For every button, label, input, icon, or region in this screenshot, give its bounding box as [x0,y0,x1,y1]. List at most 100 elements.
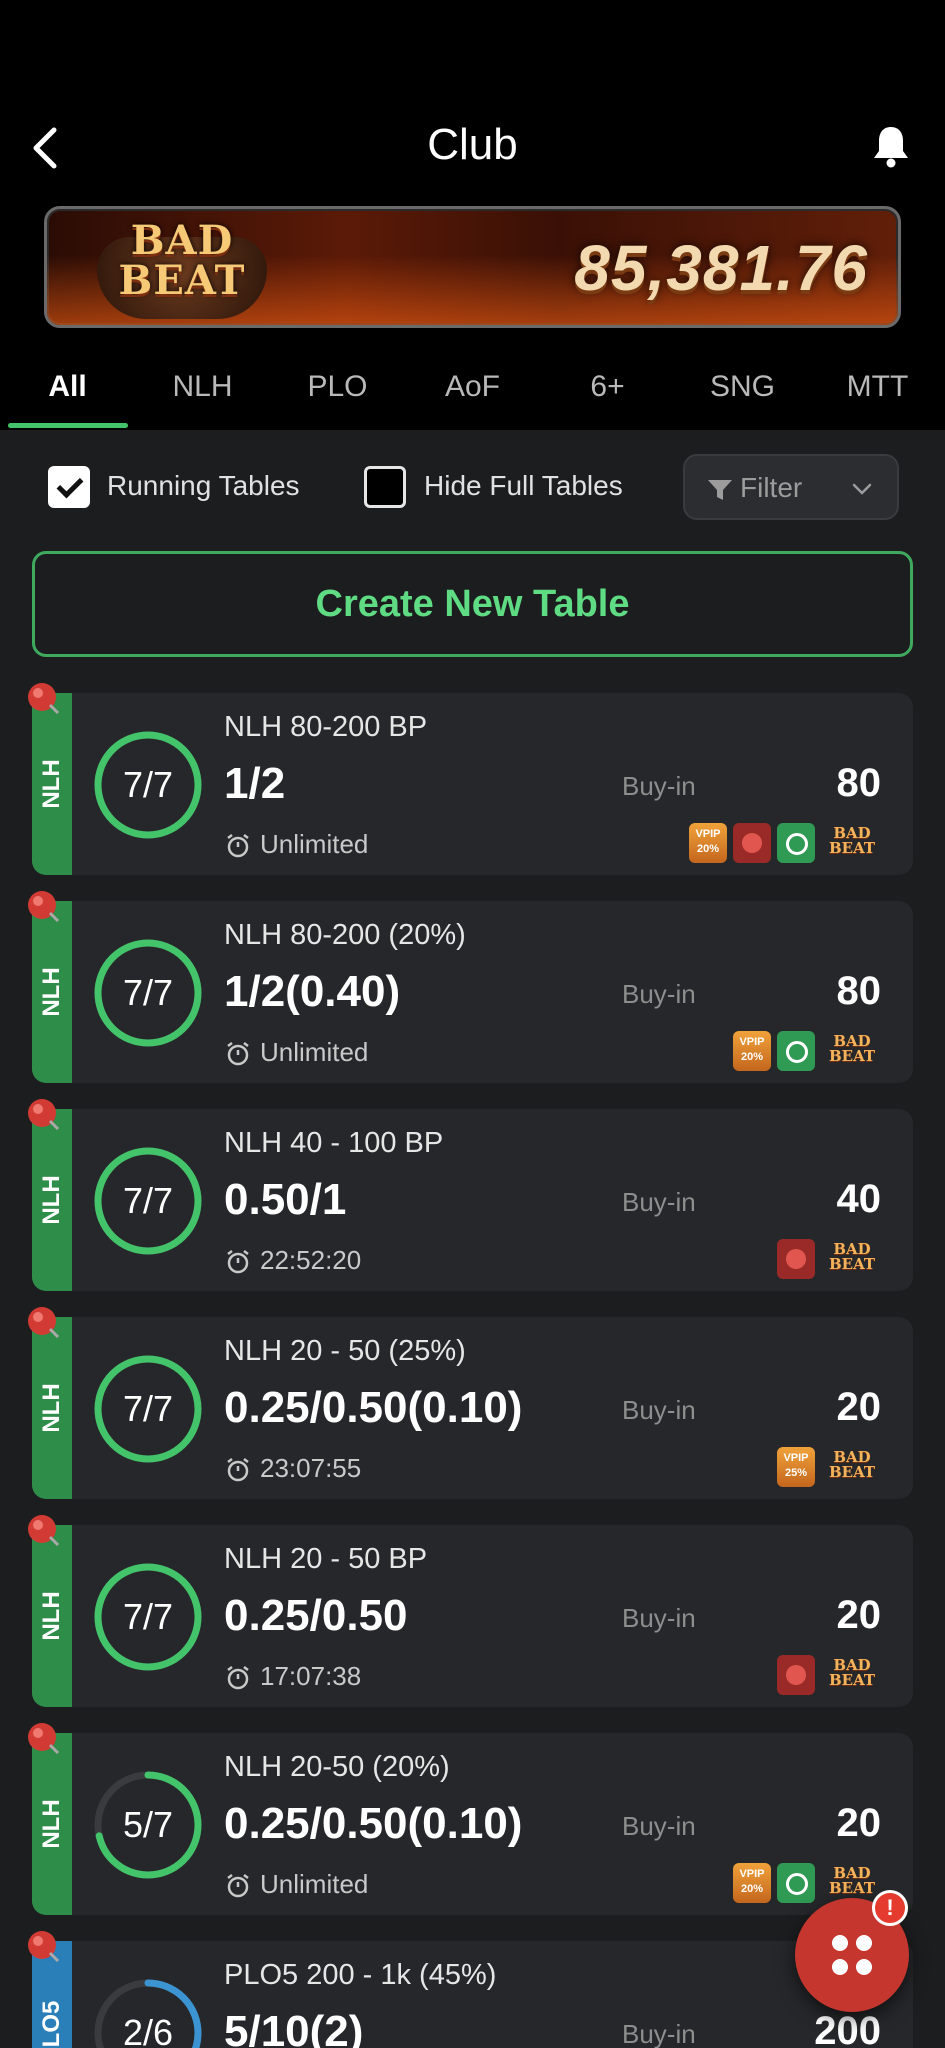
table-name: NLH 20-50 (20%) [224,1751,450,1783]
table-name: NLH 40 - 100 BP [224,1127,444,1159]
buyin-amount: 40 [836,1177,882,1221]
bomb-pot-icon [777,1655,815,1695]
filter-label: Filter [740,472,803,503]
seat-count: 7/7 [122,764,174,805]
tab-sng[interactable]: SNG [675,360,810,428]
tab-aof[interactable]: AoF [405,360,540,428]
game-type-label: NLH [38,1591,65,1641]
vpip-badge: VPIP 20% [733,1863,771,1903]
alarm-clock-icon [777,1863,815,1903]
seat-occupancy-ring: 7/7 [92,729,204,841]
game-type-stripe: NLH [32,1109,72,1291]
table-name: PLO5 200 - 1k (45%) [224,1959,497,1991]
game-type-stripe: NLH [32,1733,72,1915]
table-blinds: 1/2(0.40) [224,967,401,1016]
table-blinds: 0.25/0.50 [224,1591,408,1640]
table-row[interactable]: NLH 7/7 NLH 80-200 (20%) 1/2(0.40) Unlimited… [28,891,913,1083]
jackpot-amount: 85,381.76 [574,232,868,304]
game-type-label: NLH [38,1175,65,1225]
game-type-stripe: NLH [32,1317,72,1499]
hide-full-tables-checkbox[interactable] [364,466,406,508]
pin-icon [28,891,60,923]
seat-count: 7/7 [122,972,174,1013]
timer-icon [227,1666,249,1690]
seat-occupancy-ring: 7/7 [92,1145,204,1257]
tab-nlh[interactable]: NLH [135,360,270,428]
vpip-badge: VPIP 25% [777,1447,815,1487]
game-type-stripe: NLH [32,1525,72,1707]
table-row[interactable]: PLO5 2/6 PLO5 200 - 1k (45%) 5/10(2) Buy-in 2… [28,1931,913,2048]
table-name: NLH 80-200 (20%) [224,919,466,951]
seat-count: 7/7 [122,1596,174,1637]
table-badges: BAD BEAT [777,1239,883,1279]
chevron-down-icon [852,483,872,495]
tab-plo[interactable]: PLO [270,360,405,428]
table-time: 23:07:55 [260,1453,362,1483]
top-bar: Club BAD BEAT 85,381.76 All NLH PLO AoF 6+ SNG… [0,0,945,430]
running-tables-label[interactable]: Running Tables [107,470,300,502]
game-type-label: NLH [38,759,65,809]
timer-icon [227,1874,249,1898]
vpip-badge: VPIP 20% [733,1031,771,1071]
hide-full-tables-label[interactable]: Hide Full Tables [424,470,623,502]
table-name: NLH 20 - 50 (25%) [224,1335,466,1367]
bad-beat-badge: BAD BEAT [828,1864,876,1897]
table-badges: VPIP 20% BAD BEAT [689,823,883,863]
buyin-amount: 20 [836,1385,882,1429]
buyin-label: Buy-in [622,1603,696,1633]
alarm-clock-icon [777,823,815,863]
game-type-label: NLH [38,967,65,1017]
pin-icon [28,1723,60,1755]
seat-count: 7/7 [122,1388,174,1429]
table-row[interactable]: NLH 5/7 NLH 20-50 (20%) 0.25/0.50(0.10) Unli… [28,1723,913,1915]
bad-beat-badge: BAD BEAT [828,1656,876,1689]
table-time: 17:07:38 [260,1661,362,1691]
table-badges: VPIP 25% BAD BEAT [777,1447,883,1487]
buyin-amount: 80 [836,969,882,1013]
seat-occupancy-ring: 5/7 [92,1769,204,1881]
bell-icon[interactable] [871,124,911,168]
buyin-label: Buy-in [622,1811,696,1841]
notification-badge: ! [872,1890,908,1926]
buyin-label: Buy-in [622,1187,696,1217]
table-list-panel: Running Tables Hide Full Tables Filter C… [0,430,945,2048]
buyin-amount: 20 [836,1801,882,1845]
buyin-label: Buy-in [622,1395,696,1425]
bad-beat-jackpot-banner[interactable]: BAD BEAT 85,381.76 [44,206,901,328]
table-time: Unlimited [260,829,369,859]
table-blinds: 5/10(2) [224,2007,364,2048]
pin-icon [28,1307,60,1339]
create-new-table-button[interactable]: Create New Table [32,551,913,657]
table-row[interactable]: NLH 7/7 NLH 80-200 BP 1/2 Unlimited Buy-in 80 V… [28,683,913,875]
buyin-amount: 200 [814,2009,881,2048]
game-type-label: NLH [38,1799,65,1849]
table-row[interactable]: NLH 7/7 NLH 20 - 50 BP 0.25/0.50 17:07:38 Buy… [28,1515,913,1707]
bomb-pot-icon [733,823,771,863]
table-badges: BAD BEAT [777,1655,883,1695]
apps-grid-icon [832,1935,872,1975]
seat-count: 5/7 [122,1804,174,1845]
bad-beat-badge: BAD BEAT [828,824,876,857]
buyin-label: Buy-in [622,771,696,801]
pin-icon [28,1099,60,1131]
table-time: 22:52:20 [260,1245,362,1275]
timer-icon [227,834,249,858]
tab-mtt[interactable]: MTT [810,360,945,428]
filter-dropdown[interactable]: Filter [683,454,899,520]
buyin-label: Buy-in [622,2019,696,2048]
table-row[interactable]: NLH 7/7 NLH 40 - 100 BP 0.50/1 22:52:20 Buy-i… [28,1099,913,1291]
table-row[interactable]: NLH 7/7 NLH 20 - 50 (25%) 0.25/0.50(0.10) 23… [28,1307,913,1499]
seat-occupancy-ring: 7/7 [92,1561,204,1673]
bad-beat-logo: BAD BEAT [67,217,297,321]
tab-all[interactable]: All [0,360,135,428]
game-type-tabs: All NLH PLO AoF 6+ SNG MTT [0,360,945,428]
running-tables-checkbox[interactable] [48,466,90,508]
tab-6-[interactable]: 6+ [540,360,675,428]
seat-occupancy-ring: 7/7 [92,937,204,1049]
seat-occupancy-ring: 2/6 [92,1977,204,2048]
table-blinds: 0.25/0.50(0.10) [224,1799,523,1848]
game-type-stripe: NLH [32,693,72,875]
vpip-badge: VPIP 20% [689,823,727,863]
timer-icon [227,1250,249,1274]
table-blinds: 1/2 [224,759,286,808]
